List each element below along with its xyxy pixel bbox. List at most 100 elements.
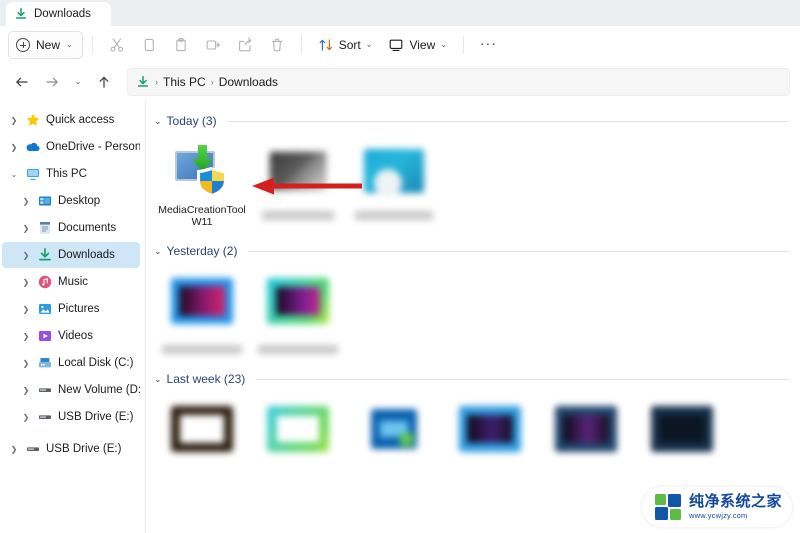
sidebar-item-label: Documents bbox=[58, 222, 117, 234]
copy-button[interactable] bbox=[134, 31, 164, 59]
sidebar-item-documents[interactable]: ❯ Documents bbox=[2, 215, 140, 241]
drive-icon bbox=[39, 388, 51, 392]
desktop-icon bbox=[39, 196, 51, 206]
chevron-right-icon[interactable]: ❯ bbox=[20, 359, 32, 368]
tab-downloads[interactable]: Downloads bbox=[6, 2, 111, 26]
chevron-down-icon: ⌄ bbox=[440, 40, 447, 49]
chevron-right-icon[interactable]: ❯ bbox=[8, 116, 20, 125]
pc-icon bbox=[27, 169, 39, 180]
drive-icon bbox=[27, 447, 39, 451]
group-header-last-week[interactable]: ⌄ Last week (23) bbox=[154, 369, 788, 389]
file-item[interactable] bbox=[346, 135, 442, 235]
chevron-right-icon[interactable]: ❯ bbox=[20, 386, 32, 395]
file-list-pane[interactable]: ⌄ Today (3) MediaCreationToolW11 ⌄ Yeste… bbox=[145, 100, 800, 533]
ellipsis-icon: ··· bbox=[479, 35, 498, 51]
tab-strip: Downloads bbox=[0, 0, 800, 26]
forward-button[interactable] bbox=[38, 68, 66, 96]
sidebar-item-this-pc[interactable]: ⌄ This PC bbox=[2, 161, 140, 187]
back-button[interactable] bbox=[8, 68, 36, 96]
chevron-down-icon[interactable]: ⌄ bbox=[154, 116, 162, 127]
cut-button[interactable] bbox=[102, 31, 132, 59]
file-item[interactable] bbox=[346, 393, 442, 493]
sidebar-item-quick-access[interactable]: ❯ Quick access bbox=[2, 107, 140, 133]
sidebar-item-pictures[interactable]: ❯ Pictures bbox=[2, 296, 140, 322]
command-bar: New ⌄ Sort ⌄ View ⌄ ··· bbox=[0, 26, 800, 64]
rename-icon bbox=[206, 40, 220, 50]
chevron-right-icon[interactable]: ❯ bbox=[20, 305, 32, 314]
paste-button[interactable] bbox=[166, 31, 196, 59]
sidebar-item-music[interactable]: ❯ Music bbox=[2, 269, 140, 295]
chevron-down-icon[interactable]: ⌄ bbox=[154, 374, 162, 385]
arrow-left-icon bbox=[16, 77, 28, 87]
group-label: Yesterday (2) bbox=[166, 244, 238, 258]
group-divider bbox=[256, 378, 788, 380]
sort-button[interactable]: Sort ⌄ bbox=[311, 31, 380, 59]
file-thumbnail bbox=[266, 401, 330, 457]
navigation-pane: ❯ Quick access ❯ OneDrive - Personal ⌄ T… bbox=[0, 100, 145, 533]
sidebar-item-local-disk-c[interactable]: ❯ Local Disk (C:) bbox=[2, 350, 140, 376]
chevron-right-icon[interactable]: ❯ bbox=[20, 332, 32, 341]
chevron-right-icon[interactable]: ❯ bbox=[20, 224, 32, 233]
file-item[interactable] bbox=[538, 393, 634, 493]
sidebar-item-videos[interactable]: ❯ Videos bbox=[2, 323, 140, 349]
group-header-today[interactable]: ⌄ Today (3) bbox=[154, 111, 788, 131]
file-item[interactable] bbox=[154, 265, 250, 365]
chevron-right-icon[interactable]: ❯ bbox=[20, 278, 32, 287]
sidebar-item-new-volume-d[interactable]: ❯ New Volume (D:) bbox=[2, 377, 140, 403]
file-item[interactable] bbox=[250, 135, 346, 235]
chevron-right-icon[interactable]: ❯ bbox=[20, 251, 32, 260]
file-item[interactable] bbox=[442, 393, 538, 493]
chevron-right-icon[interactable]: ❯ bbox=[8, 445, 20, 454]
file-thumbnail bbox=[170, 143, 234, 199]
music-icon bbox=[38, 275, 52, 289]
file-label bbox=[158, 334, 246, 364]
file-thumbnail bbox=[362, 143, 426, 199]
thumbnail-image bbox=[171, 406, 233, 452]
share-button[interactable] bbox=[230, 31, 260, 59]
recent-locations-button[interactable]: ⌄ bbox=[68, 68, 88, 96]
more-options-button[interactable]: ··· bbox=[473, 31, 505, 59]
plus-icon bbox=[16, 38, 30, 52]
file-item[interactable] bbox=[250, 265, 346, 365]
sidebar-item-onedrive[interactable]: ❯ OneDrive - Personal bbox=[2, 134, 140, 160]
group-header-yesterday[interactable]: ⌄ Yesterday (2) bbox=[154, 241, 788, 261]
sidebar-item-downloads[interactable]: ❯ Downloads bbox=[2, 242, 140, 268]
watermark: 纯净系统之家 www.ycwjzy.com bbox=[642, 487, 792, 527]
tab-label: Downloads bbox=[34, 8, 91, 20]
sidebar-item-label: Pictures bbox=[58, 303, 100, 315]
chevron-right-icon[interactable]: ❯ bbox=[20, 197, 32, 206]
breadcrumb-this-pc[interactable]: This PC bbox=[163, 75, 206, 89]
chevron-right-icon[interactable]: ❯ bbox=[20, 413, 32, 422]
copy-icon bbox=[144, 38, 154, 52]
chevron-down-icon[interactable]: ⌄ bbox=[154, 246, 162, 257]
file-item-mediacreationtoolw11[interactable]: MediaCreationToolW11 bbox=[154, 135, 250, 235]
group-label: Last week (23) bbox=[166, 372, 246, 386]
explorer-body: ❯ Quick access ❯ OneDrive - Personal ⌄ T… bbox=[0, 100, 800, 533]
chevron-right-icon[interactable]: ❯ bbox=[8, 143, 20, 152]
thumbnail-image bbox=[555, 406, 617, 452]
file-item[interactable] bbox=[250, 393, 346, 493]
sidebar-item-usb-drive-e-2[interactable]: ❯ USB Drive (E:) bbox=[2, 436, 140, 462]
breadcrumb-downloads[interactable]: Downloads bbox=[219, 75, 278, 89]
rename-button[interactable] bbox=[198, 31, 228, 59]
file-item[interactable] bbox=[154, 393, 250, 493]
thumbnail-image bbox=[267, 278, 329, 324]
new-button-label: New bbox=[36, 38, 61, 52]
delete-button[interactable] bbox=[262, 31, 292, 59]
sidebar-item-desktop[interactable]: ❯ Desktop bbox=[2, 188, 140, 214]
file-item[interactable] bbox=[634, 393, 730, 493]
sidebar-item-label: Quick access bbox=[46, 114, 115, 126]
share-icon bbox=[238, 37, 252, 52]
new-button[interactable]: New ⌄ bbox=[8, 31, 83, 59]
sort-icon bbox=[319, 39, 332, 51]
group-divider bbox=[227, 120, 788, 122]
sidebar-item-usb-drive-e-1[interactable]: ❯ USB Drive (E:) bbox=[2, 404, 140, 430]
view-button[interactable]: View ⌄ bbox=[381, 31, 454, 59]
sidebar-item-label: Videos bbox=[58, 330, 93, 342]
toolbar-divider bbox=[91, 36, 93, 54]
drive-icon bbox=[39, 415, 51, 419]
chevron-down-icon[interactable]: ⌄ bbox=[8, 170, 20, 179]
breadcrumb[interactable]: › This PC › Downloads bbox=[127, 68, 790, 96]
sidebar-item-label: USB Drive (E:) bbox=[46, 443, 122, 455]
up-button[interactable] bbox=[90, 68, 118, 96]
